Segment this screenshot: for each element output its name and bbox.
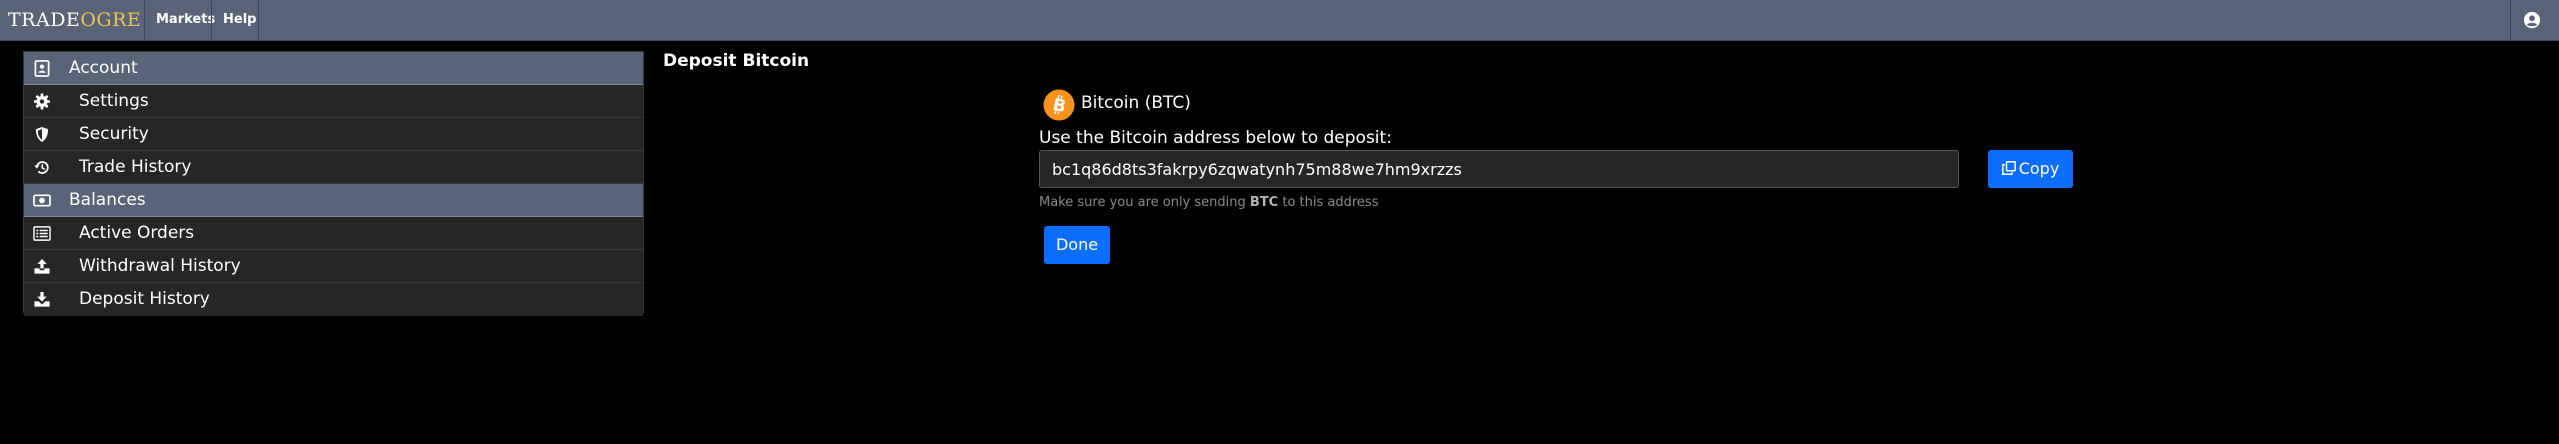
sidebar-item-security[interactable]: Security — [24, 118, 643, 151]
top-navbar: TRADEOGRE Markets Help — [0, 0, 2559, 41]
gear-icon — [33, 93, 51, 110]
hint-text: Make sure you are only sending — [1039, 195, 1246, 210]
coin-name: Bitcoin (BTC) — [1081, 93, 1191, 113]
sidebar-item-label: Withdrawal History — [79, 256, 241, 276]
sidebar-item-label: Settings — [79, 91, 149, 111]
copy-button[interactable]: Copy — [1988, 150, 2073, 188]
sidebar-item-label: Active Orders — [79, 223, 195, 243]
done-button[interactable]: Done — [1044, 226, 1110, 264]
nav-divider — [2510, 0, 2511, 40]
user-account-icon[interactable] — [2523, 11, 2541, 29]
hint-text: to this address — [1282, 195, 1379, 210]
bitcoin-icon: B — [1043, 89, 1075, 121]
hint-coin-symbol: BTC — [1249, 195, 1279, 210]
tradeogre-logo[interactable]: TRADEOGRE — [8, 7, 141, 33]
shield-icon — [35, 126, 49, 143]
nav-divider — [258, 0, 259, 40]
sidebar-header-label: Account — [69, 58, 138, 78]
sidebar-item-trade-history[interactable]: Trade History — [24, 151, 643, 184]
sidebar-item-withdrawal-history[interactable]: Withdrawal History — [24, 250, 643, 283]
sidebar-item-deposit-history[interactable]: Deposit History — [24, 283, 643, 316]
deposit-warning-hint: Make sure you are only sending BTC to th… — [1039, 195, 1378, 210]
download-icon — [34, 291, 50, 307]
nav-divider — [211, 0, 212, 40]
sidebar-item-label: Security — [79, 124, 149, 144]
nav-help-link[interactable]: Help — [223, 0, 256, 40]
list-icon — [33, 226, 51, 241]
address-label: Use the Bitcoin address below to deposit… — [1039, 128, 1392, 148]
sidebar-header-label: Balances — [69, 190, 146, 210]
history-icon — [34, 161, 49, 174]
money-bill-icon — [33, 194, 51, 207]
sidebar-header-balances[interactable]: Balances — [24, 184, 643, 217]
copy-button-label: Copy — [2018, 159, 2060, 178]
sidebar-item-label: Trade History — [79, 157, 192, 177]
deposit-address-field[interactable] — [1039, 150, 1959, 188]
account-book-icon — [34, 60, 50, 77]
upload-icon — [34, 258, 50, 274]
sidebar-item-label: Deposit History — [79, 289, 210, 309]
sidebar-item-settings[interactable]: Settings — [24, 85, 643, 118]
page-title: Deposit Bitcoin — [663, 51, 810, 71]
copy-icon — [2001, 161, 2016, 175]
sidebar-item-active-orders[interactable]: Active Orders — [24, 217, 643, 250]
nav-markets-link[interactable]: Markets — [156, 0, 215, 40]
account-sidebar: Account Settings Security Trade History — [23, 51, 644, 316]
nav-divider — [144, 0, 145, 40]
sidebar-header-account[interactable]: Account — [24, 52, 643, 85]
